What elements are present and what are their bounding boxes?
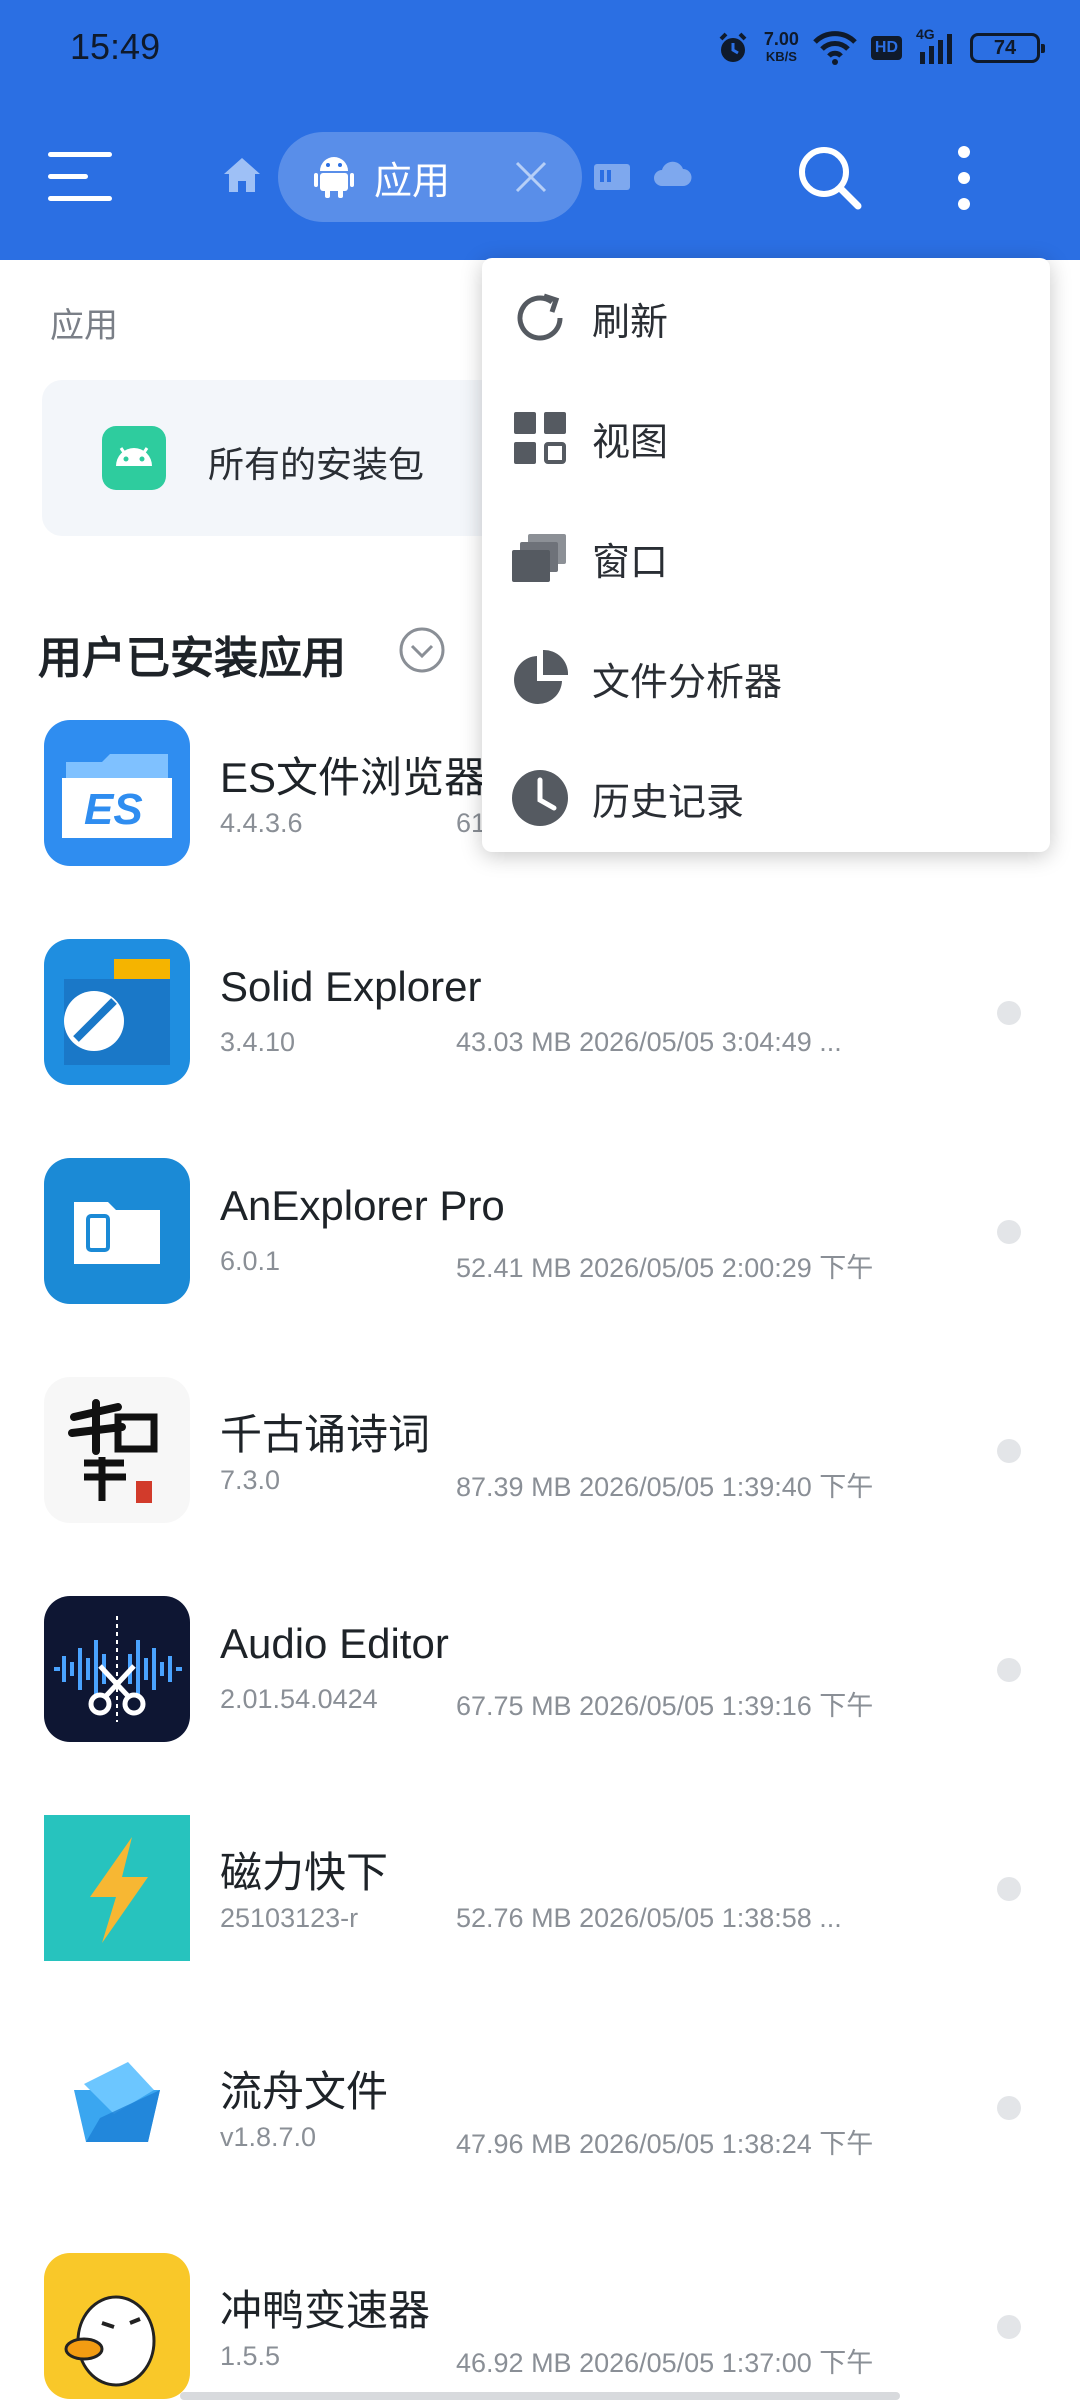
menu-item-file-analyzer[interactable]: 文件分析器	[482, 618, 1050, 738]
close-tab-icon[interactable]	[514, 160, 548, 194]
list-item[interactable]: 磁力快下 25103123-r 52.76 MB 2026/05/05 1:38…	[0, 1815, 1080, 2034]
list-item[interactable]: 流舟文件 v1.8.7.0 47.96 MB 2026/05/05 1:38:2…	[0, 2034, 1080, 2253]
menu-item-label: 视图	[592, 421, 669, 464]
app-version: 7.3.0	[220, 1465, 281, 1495]
app-status-dot	[997, 1658, 1021, 1682]
menu-item-label: 窗口	[592, 541, 669, 584]
app-version: 6.0.1	[220, 1246, 281, 1276]
app-status-dot	[997, 1877, 1021, 1901]
app-version: 1.5.5	[220, 2341, 281, 2371]
android-package-icon	[102, 426, 166, 490]
app-status-dot	[997, 2096, 1021, 2120]
menu-item-refresh[interactable]: 刷新	[482, 258, 1050, 378]
svg-text:ES: ES	[84, 785, 143, 834]
pie-chart-icon	[514, 649, 569, 704]
app-name: 磁力快下	[220, 1849, 389, 1896]
app-meta: 47.96 MB 2026/05/05 1:38:24 下午	[456, 2129, 874, 2159]
battery-indicator: 74	[970, 33, 1045, 63]
status-time: 15:49	[70, 26, 161, 67]
app-name: 流舟文件	[220, 2068, 389, 2115]
app-meta: 87.39 MB 2026/05/05 1:39:40 下午	[456, 1472, 874, 1502]
app-name: 千古诵诗词	[220, 1411, 431, 1458]
app-meta: 43.03 MB 2026/05/05 3:04:49 ...	[456, 1027, 842, 1057]
net-speed-unit: KB/S	[765, 49, 797, 64]
windows-icon	[512, 534, 566, 582]
section-label: 应用	[50, 307, 118, 345]
more-options-icon[interactable]	[944, 144, 984, 212]
group-title: 用户已安装应用	[38, 634, 346, 683]
solid-explorer-icon	[44, 939, 190, 1085]
app-status-dot	[997, 1001, 1021, 1025]
menu-item-label: 历史记录	[592, 781, 745, 824]
list-item[interactable]: AnExplorer Pro 6.0.1 52.41 MB 2026/05/05…	[0, 1158, 1080, 1377]
menu-item-view[interactable]: 视图	[482, 378, 1050, 498]
app-version: 25103123-r	[220, 1903, 359, 1933]
refresh-icon	[517, 293, 563, 341]
tab-apps[interactable]: 应用	[278, 132, 582, 222]
list-item[interactable]: 冲鸭变速器 1.5.5 46.92 MB 2026/05/05 1:37:00 …	[0, 2253, 1080, 2400]
clock-icon	[512, 770, 568, 826]
all-packages-label: 所有的安装包	[208, 444, 425, 485]
signal-icon: 4G	[916, 26, 956, 66]
list-item[interactable]: 千古诵诗词 7.3.0 87.39 MB 2026/05/05 1:39:40 …	[0, 1377, 1080, 1596]
net-speed-value: 7.00	[763, 29, 799, 49]
android-icon	[314, 157, 354, 198]
audio-editor-icon	[44, 1596, 190, 1742]
app-screen: 15:49 7.00 KB/S HD 4G 74 应用 应用 所有的安装包 用户…	[0, 0, 1080, 2400]
alarm-icon	[719, 32, 747, 62]
app-version: 2.01.54.0424	[220, 1684, 378, 1714]
search-icon[interactable]	[796, 144, 864, 212]
app-name: AnExplorer Pro	[220, 1182, 505, 1229]
net-speed: 7.00 KB/S	[764, 30, 799, 66]
gesture-bar[interactable]	[180, 2392, 900, 2400]
es-file-explorer-icon: ES	[44, 720, 190, 866]
chevron-down-icon[interactable]	[398, 626, 446, 674]
menu-item-history[interactable]: 历史记录	[482, 738, 1050, 858]
hd-badge: HD	[870, 36, 902, 60]
overflow-menu: 刷新 视图 窗口 文件分析器 历史记录	[482, 258, 1050, 852]
list-item[interactable]: Solid Explorer 3.4.10 43.03 MB 2026/05/0…	[0, 939, 1080, 1158]
grid-view-icon	[514, 412, 566, 464]
list-item[interactable]: Audio Editor 2.01.54.0424 67.75 MB 2026/…	[0, 1596, 1080, 1815]
qiangu-poetry-icon	[44, 1377, 190, 1523]
liuzhou-file-icon	[44, 2034, 190, 2180]
wifi-icon	[813, 31, 857, 65]
storage-icon[interactable]	[592, 160, 632, 194]
app-status-dot	[997, 1439, 1021, 1463]
menu-button[interactable]	[48, 148, 112, 204]
app-version: v1.8.7.0	[220, 2122, 317, 2152]
menu-item-label: 刷新	[592, 301, 669, 344]
duck-icon	[44, 2253, 190, 2399]
app-name: Solid Explorer	[220, 963, 482, 1010]
cloud-icon[interactable]	[652, 160, 692, 190]
app-meta: 52.41 MB 2026/05/05 2:00:29 下午	[456, 1253, 874, 1283]
menu-item-label: 文件分析器	[592, 661, 783, 704]
app-meta: 67.75 MB 2026/05/05 1:39:16 下午	[456, 1691, 874, 1721]
home-icon[interactable]	[222, 156, 262, 194]
app-version: 3.4.10	[220, 1027, 296, 1057]
anexplorer-icon	[44, 1158, 190, 1304]
app-name: Audio Editor	[220, 1620, 449, 1667]
app-name: 冲鸭变速器	[220, 2287, 431, 2334]
app-meta: 46.92 MB 2026/05/05 1:37:00 下午	[456, 2348, 874, 2378]
app-status-dot	[997, 1220, 1021, 1244]
app-name: ES文件浏览器	[220, 754, 487, 801]
status-icons: 7.00 KB/S HD 4G 74	[716, 26, 1045, 70]
app-meta: 52.76 MB 2026/05/05 1:38:58 ...	[456, 1903, 842, 1933]
header: 15:49 7.00 KB/S HD 4G 74 应用	[0, 0, 1080, 260]
app-version: 4.4.3.6	[220, 808, 303, 838]
tab-apps-label: 应用	[374, 160, 451, 203]
app-status-dot	[997, 2315, 1021, 2339]
menu-item-windows[interactable]: 窗口	[482, 498, 1050, 618]
lightning-bolt-icon	[44, 1815, 190, 1961]
